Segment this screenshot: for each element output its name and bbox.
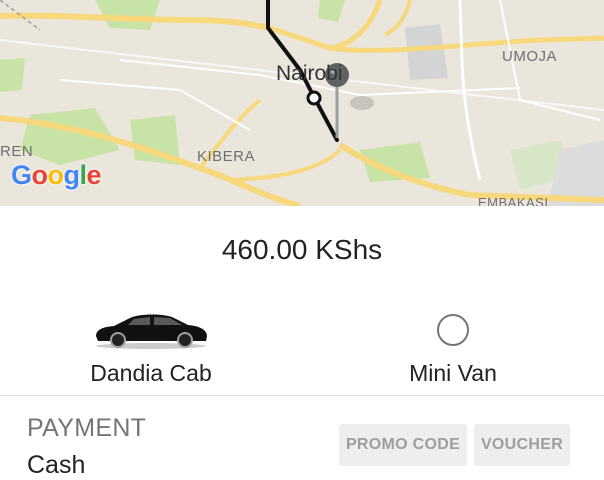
payment-method[interactable]: Cash <box>27 451 85 480</box>
divider <box>0 395 604 396</box>
map-place-kibera: KIBERA <box>197 148 256 165</box>
vehicle-label: Dandia Cab <box>90 360 212 386</box>
car-icon <box>96 314 207 349</box>
voucher-button[interactable]: VOUCHER <box>474 424 570 466</box>
map-place-city: Nairobi <box>276 62 343 85</box>
google-logo: Google <box>11 160 102 191</box>
payment-heading: PAYMENT <box>27 414 147 442</box>
radio-unselected-icon[interactable] <box>437 314 469 346</box>
logo-letter: G <box>11 160 32 190</box>
promo-code-button[interactable]: PROMO CODE <box>339 424 467 466</box>
logo-letter: l <box>79 160 88 190</box>
vehicle-label: Mini Van <box>409 360 497 386</box>
map-place-umoja: UMOJA <box>502 48 557 65</box>
logo-letter: o <box>47 160 65 190</box>
map-place-embakasi: EMBAKASI <box>478 195 549 206</box>
vehicle-option-dandia-cab[interactable]: Dandia Cab <box>0 300 302 392</box>
map-place-partial: REN <box>0 143 34 160</box>
logo-letter: o <box>31 160 49 190</box>
map-view[interactable]: UMOJA KIBERA REN EMBAKASI Nairobi Google <box>0 0 604 206</box>
vehicle-option-mini-van[interactable]: Mini Van <box>302 300 604 392</box>
logo-letter: e <box>86 160 102 190</box>
fare-amount: 460.00 KShs <box>221 234 383 265</box>
logo-letter: g <box>63 160 81 190</box>
